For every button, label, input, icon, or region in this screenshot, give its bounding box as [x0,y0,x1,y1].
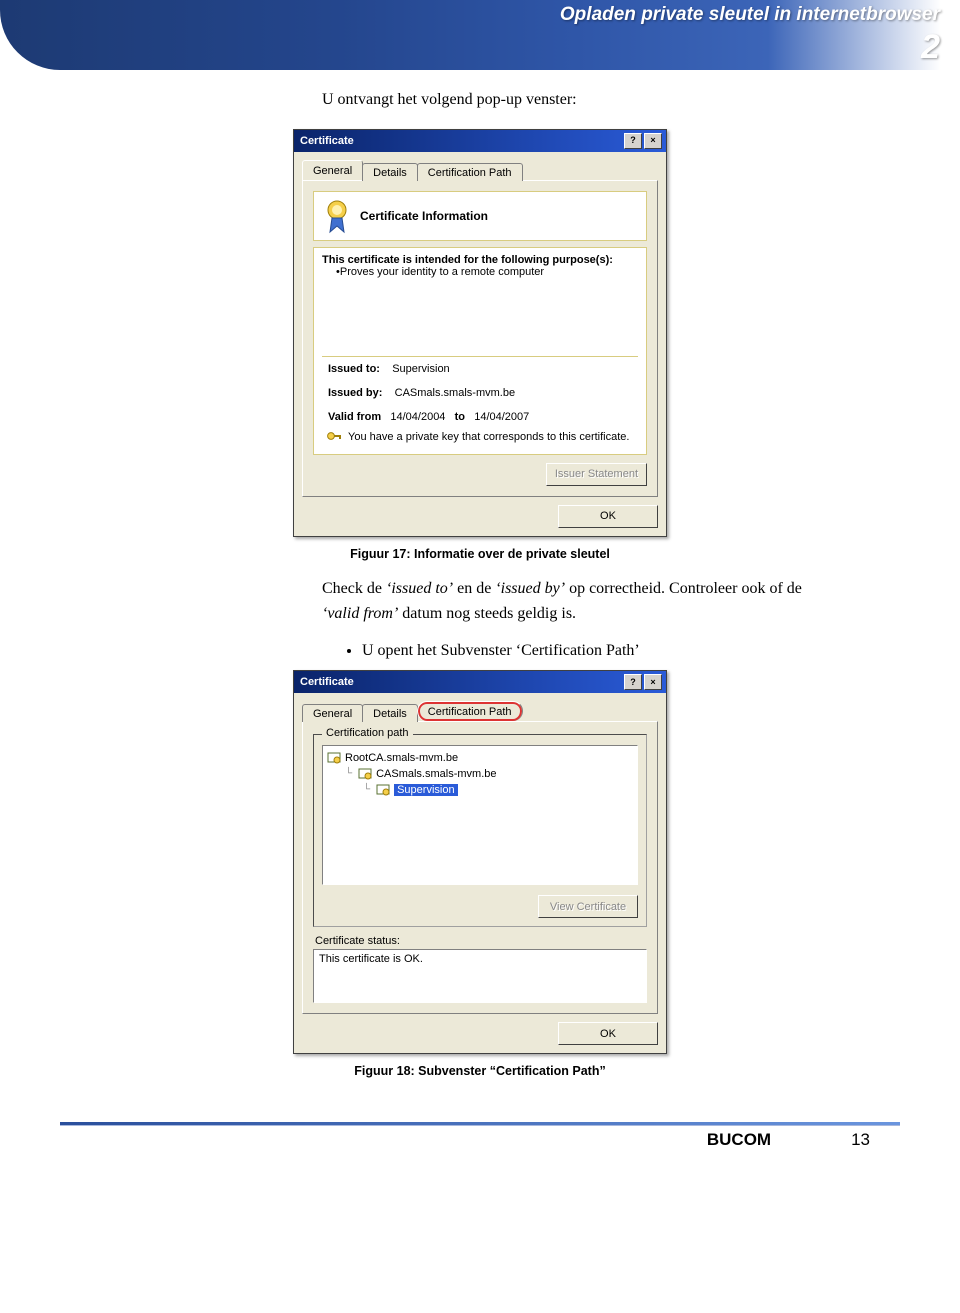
figure18-caption: Figuur 18: Subvenster “Certification Pat… [100,1064,860,1078]
dialog2-help-button[interactable]: ? [624,674,642,690]
purpose-intro: This certificate is intended for the fol… [322,254,638,266]
certificate-icon [376,783,390,797]
cert-status-value: This certificate is OK. [319,953,423,965]
certpath-groupbox: Certification path RootCA.smals-mvm.be └… [313,734,647,927]
tab-details[interactable]: Details [362,163,418,181]
page-header-band: Opladen private sleutel in internetbrows… [0,0,960,70]
dialog2-tabstrip: General Details Certification Path [302,699,658,721]
tab2-details[interactable]: Details [362,704,418,722]
valid-from-value: 14/04/2004 [390,411,445,423]
bullet-open-certpath: U opent het Subvenster ‘Certification Pa… [362,642,842,660]
tab-general[interactable]: General [302,160,363,180]
footer-logo: BUCOM [707,1130,771,1150]
dialog1-help-button[interactable]: ? [624,133,642,149]
tree-node-root[interactable]: RootCA.smals-mvm.be [345,752,458,764]
key-icon [326,429,342,446]
cert-status-label: Certificate status: [315,935,647,947]
dialog1-close-button[interactable]: × [644,133,662,149]
dialog2-ok-button[interactable]: OK [558,1022,658,1045]
tab2-general[interactable]: General [302,704,363,722]
header-chapter-number: 2 [921,28,940,67]
issued-to-label: Issued to: [328,363,380,375]
dialog1-title: Certificate [300,135,622,147]
footer-rule [60,1122,900,1126]
certificate-dialog-general: Certificate ? × General Details Certific… [293,129,667,537]
footer-page-number: 13 [851,1130,870,1150]
dialog2-close-button[interactable]: × [644,674,662,690]
certificate-icon [358,767,372,781]
certificate-dialog-certpath: Certificate ? × General Details Certific… [293,670,667,1054]
figure17-caption: Figuur 17: Informatie over de private sl… [100,547,860,561]
view-certificate-button[interactable]: View Certificate [538,895,638,918]
dialog2-title: Certificate [300,676,622,688]
tree-branch-glyph: └ [345,769,352,779]
header-banner-title: Opladen private sleutel in internetbrows… [560,4,940,26]
issuer-statement-button[interactable]: Issuer Statement [546,463,647,486]
cert-status-well: This certificate is OK. [313,949,647,1003]
certificate-info-box: Certificate Information [313,191,647,241]
cert-info-heading: Certificate Information [360,209,488,223]
dialog1-tabstrip: General Details Certification Path [302,158,658,180]
valid-to-label: to [455,411,465,423]
tree-node-leaf[interactable]: Supervision [394,784,457,796]
issued-by-label: Issued by: [328,387,382,399]
certpath-tree[interactable]: RootCA.smals-mvm.be └ CASmals.smals-mvm.… [322,745,638,885]
certpath-legend: Certification path [322,727,413,739]
check-paragraph: Check de ‘issued to’ en de ‘issued by’ o… [322,577,842,627]
valid-from-label: Valid from [328,411,381,423]
tab2-certpath[interactable]: Certification Path [417,701,523,721]
dialog2-titlebar[interactable]: Certificate ? × [294,671,666,693]
page-footer: BUCOM 13 [60,1130,870,1150]
private-key-line: You have a private key that corresponds … [348,431,629,443]
dialog1-titlebar[interactable]: Certificate ? × [294,130,666,152]
tree-node-intermediate[interactable]: CASmals.smals-mvm.be [376,768,496,780]
tree-branch-glyph: └ [363,785,370,795]
tab-certpath[interactable]: Certification Path [417,163,523,181]
certificate-icon [327,751,341,765]
dialog1-ok-button[interactable]: OK [558,505,658,528]
issued-by-value: CASmals.smals-mvm.be [395,387,515,399]
certificate-ribbon-icon [322,198,352,234]
issued-to-value: Supervision [392,363,449,375]
intro-paragraph: U ontvangt het volgend pop-up venster: [322,88,842,113]
valid-to-value: 14/04/2007 [474,411,529,423]
purpose-item: Proves your identity to a remote compute… [340,266,544,278]
page-content: U ontvangt het volgend pop-up venster: C… [100,88,860,1078]
